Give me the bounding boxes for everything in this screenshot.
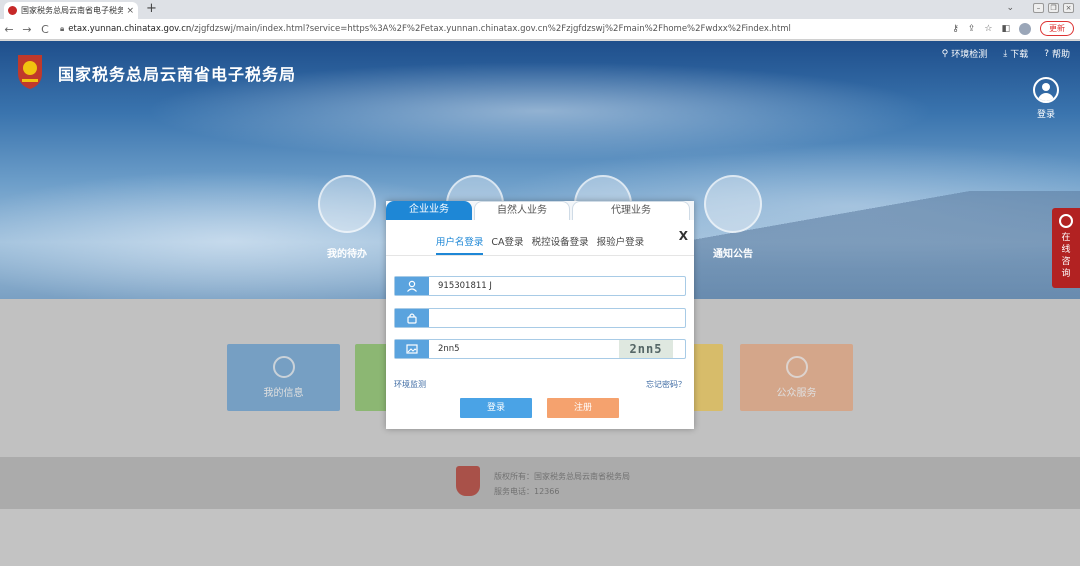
- user-login-label: 登录: [1036, 110, 1055, 120]
- notice-service-label[interactable]: 通知公告: [698, 245, 768, 260]
- address-toolbar: ← → C 🔒︎ etax.yunnan.chinatax.gov.cn /zj…: [0, 19, 1080, 40]
- top-links: ⚲ 环境检测 ⤓ 下载 ? 帮助: [941, 47, 1070, 61]
- register-button[interactable]: 注册: [547, 398, 619, 418]
- help-icon: ?: [1044, 48, 1049, 59]
- share-icon[interactable]: ⇪: [968, 24, 976, 34]
- forgot-password-link[interactable]: 忘记密码？: [646, 379, 686, 390]
- todo-service-label[interactable]: 我的待办: [312, 245, 382, 260]
- login-button[interactable]: 登录: [460, 398, 532, 418]
- tax-portal-page: 国家税务总局云南省电子税务局 ⚲ 环境检测 ⤓ 下载 ? 帮助 登录 我的待办 通知公…: [0, 41, 1080, 566]
- username-field[interactable]: 915301811 J: [394, 276, 686, 296]
- login-category-tabs: 企业业务 自然人业务 代理业务: [386, 201, 694, 220]
- download-link[interactable]: ⤓ 下载: [1003, 47, 1028, 61]
- subtab-tax-device[interactable]: 税控设备登录: [532, 234, 589, 255]
- download-icon: ⤓: [1003, 48, 1008, 59]
- close-window-icon[interactable]: ×: [1063, 3, 1074, 13]
- login-method-tabs: 用户名登录 CA登录 税控设备登录 报验户登录: [386, 234, 694, 255]
- tabs-divider: [386, 255, 694, 256]
- help-link[interactable]: ? 帮助: [1044, 47, 1070, 61]
- url-path: /zjgfdzswj/main/index.html?service=https…: [191, 24, 791, 34]
- back-button[interactable]: ←: [0, 23, 18, 36]
- address-bar[interactable]: 🔒︎ etax.yunnan.chinatax.gov.cn /zjgfdzsw…: [60, 24, 1000, 34]
- tab-agent[interactable]: 代理业务: [572, 201, 690, 220]
- todo-service-icon[interactable]: [318, 175, 376, 233]
- env-check-icon: ⚲: [941, 48, 949, 59]
- maximize-icon[interactable]: ❐: [1048, 3, 1059, 13]
- user-field-icon: [395, 277, 429, 295]
- site-title: 国家税务总局云南省电子税务局: [58, 65, 297, 84]
- lock-icon[interactable]: 🔒︎: [60, 24, 64, 34]
- update-button[interactable]: 更新: [1040, 21, 1074, 36]
- new-tab-button[interactable]: +: [146, 2, 157, 16]
- side-panel-icon[interactable]: ◧: [1001, 24, 1010, 34]
- username-input[interactable]: 915301811 J: [438, 281, 685, 291]
- user-login-entry[interactable]: 登录: [1032, 77, 1060, 120]
- user-icon: [1033, 77, 1059, 103]
- tab-title: 国家税务总局云南省电子税务局: [21, 6, 124, 15]
- bookmark-star-icon[interactable]: ☆: [984, 24, 992, 34]
- captcha-input[interactable]: 2nn5: [438, 344, 619, 354]
- url-host: etax.yunnan.chinatax.gov.cn: [68, 24, 192, 34]
- image-field-icon: [395, 340, 429, 358]
- subtab-ca[interactable]: CA登录: [491, 234, 523, 255]
- tax-emblem-logo: [18, 55, 42, 89]
- env-check-link[interactable]: ⚲ 环境检测: [941, 47, 988, 61]
- browser-tab-strip: 国家税务总局云南省电子税务局 × + ⌄ – ❐ ×: [0, 0, 1080, 19]
- lock-field-icon: [395, 309, 429, 327]
- tab-close-icon[interactable]: ×: [126, 6, 134, 16]
- password-field[interactable]: [394, 308, 686, 328]
- tab-enterprise[interactable]: 企业业务: [386, 201, 472, 220]
- tab-search-icon[interactable]: ⌄: [1006, 3, 1014, 13]
- site-favicon-icon: [8, 6, 17, 15]
- headset-icon: [1059, 214, 1073, 228]
- captcha-image[interactable]: 2nn5: [619, 340, 673, 358]
- modal-links: 环境监测 忘记密码？: [394, 379, 686, 390]
- env-monitor-link[interactable]: 环境监测: [394, 379, 426, 390]
- login-modal: 企业业务 自然人业务 代理业务 X 用户名登录 CA登录 税控设备登录 报验户登…: [386, 201, 694, 429]
- captcha-field[interactable]: 2nn5 2nn5: [394, 339, 686, 359]
- forward-button[interactable]: →: [18, 23, 36, 36]
- notice-bell-icon[interactable]: [704, 175, 762, 233]
- browser-tab[interactable]: 国家税务总局云南省电子税务局 ×: [4, 2, 138, 19]
- browser-tools: ⚷ ⇪ ☆ ◧ 更新: [952, 21, 1074, 36]
- reload-button[interactable]: C: [36, 23, 54, 36]
- key-icon[interactable]: ⚷: [952, 24, 959, 34]
- tab-individual[interactable]: 自然人业务: [474, 201, 570, 220]
- subtab-inspection[interactable]: 报验户登录: [597, 234, 645, 255]
- profile-avatar-icon[interactable]: [1019, 22, 1031, 35]
- subtab-username[interactable]: 用户名登录: [435, 234, 484, 255]
- minimize-icon[interactable]: –: [1033, 3, 1044, 13]
- window-controls: – ❐ ×: [1033, 3, 1074, 13]
- online-consult-button[interactable]: 在 线 咨 询: [1052, 208, 1080, 288]
